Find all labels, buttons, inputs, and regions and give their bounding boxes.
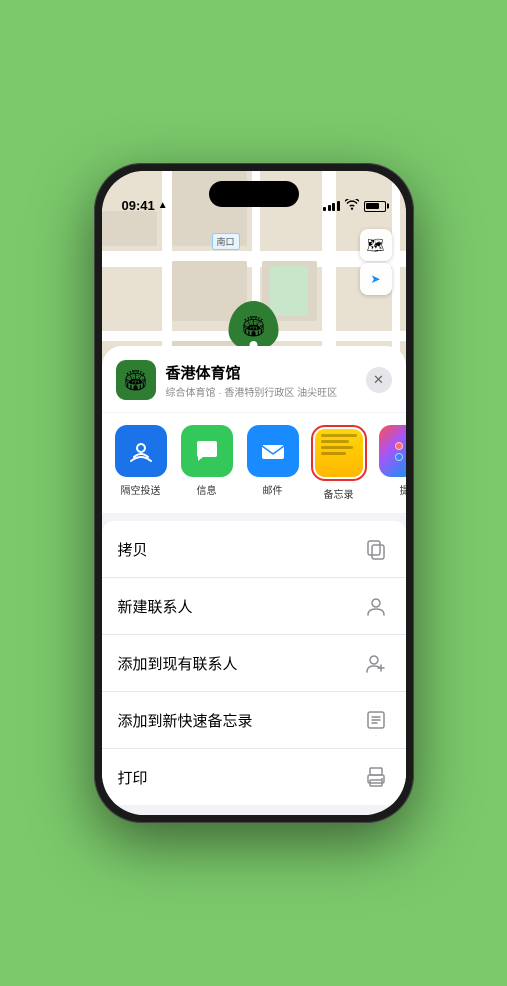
share-airdrop[interactable]: 隔空投送 [112, 425, 170, 501]
status-time: 09:41 [122, 198, 155, 213]
battery-icon [364, 201, 386, 212]
more-label: 提 [400, 482, 406, 497]
share-more[interactable]: 提 [376, 425, 406, 501]
airdrop-icon-wrap [115, 425, 167, 477]
share-messages[interactable]: 信息 [178, 425, 236, 501]
share-row: 隔空投送 信息 [102, 413, 406, 513]
messages-icon [193, 437, 221, 465]
action-add-existing[interactable]: 添加到现有联系人 [102, 635, 406, 692]
venue-info: 香港体育馆 综合体育馆 · 香港特别行政区 油尖旺区 [166, 362, 356, 399]
more-icon-wrap [379, 425, 406, 477]
pin-stadium-icon: 🏟 [241, 314, 266, 339]
action-copy[interactable]: 拷贝 [102, 521, 406, 578]
bottom-sheet: 🏟 香港体育馆 综合体育馆 · 香港特别行政区 油尖旺区 ✕ [102, 346, 406, 815]
share-mail[interactable]: 邮件 [244, 425, 302, 501]
copy-icon [362, 535, 390, 563]
action-quick-note[interactable]: 添加到新快速备忘录 [102, 692, 406, 749]
print-label: 打印 [118, 767, 148, 788]
venue-subtitle: 综合体育馆 · 香港特别行政区 油尖旺区 [166, 384, 356, 399]
venue-icon: 🏟 [116, 360, 156, 400]
action-new-contact[interactable]: 新建联系人 [102, 578, 406, 635]
map-label: 南口 [212, 233, 240, 250]
venue-name: 香港体育馆 [166, 362, 356, 383]
status-icons [323, 199, 386, 213]
signal-icon [323, 201, 340, 211]
quick-note-label: 添加到新快速备忘录 [118, 710, 253, 731]
map-type-button[interactable]: 🗺 [360, 229, 392, 261]
mail-icon [259, 437, 287, 465]
airdrop-label: 隔空投送 [121, 482, 161, 497]
add-existing-icon [362, 649, 390, 677]
location-button[interactable]: ➤ [360, 263, 392, 295]
wifi-icon [345, 199, 359, 213]
notes-highlight-border [311, 425, 367, 481]
dynamic-island [209, 181, 299, 207]
new-contact-label: 新建联系人 [118, 596, 193, 617]
notes-icon [315, 429, 363, 477]
action-list: 拷贝 新建联系人 [102, 521, 406, 805]
messages-label: 信息 [197, 482, 217, 497]
copy-label: 拷贝 [118, 539, 148, 560]
pin-circle: 🏟 [229, 301, 279, 351]
print-icon [362, 763, 390, 791]
sheet-header: 🏟 香港体育馆 综合体育馆 · 香港特别行政区 油尖旺区 ✕ [102, 346, 406, 412]
phone-screen: 09:41 ▲ [102, 171, 406, 815]
notes-label: 备忘录 [324, 486, 354, 501]
mail-icon-wrap [247, 425, 299, 477]
new-contact-icon [362, 592, 390, 620]
share-notes[interactable]: 备忘录 [310, 425, 368, 501]
action-print[interactable]: 打印 [102, 749, 406, 805]
messages-icon-wrap [181, 425, 233, 477]
close-button[interactable]: ✕ [366, 367, 392, 393]
phone-frame: 09:41 ▲ [94, 163, 414, 823]
mail-label: 邮件 [263, 482, 283, 497]
add-existing-label: 添加到现有联系人 [118, 653, 238, 674]
airdrop-icon [127, 437, 155, 465]
location-arrow-icon: ▲ [158, 200, 168, 211]
map-controls: 🗺 ➤ [360, 229, 392, 295]
quick-note-icon [362, 706, 390, 734]
